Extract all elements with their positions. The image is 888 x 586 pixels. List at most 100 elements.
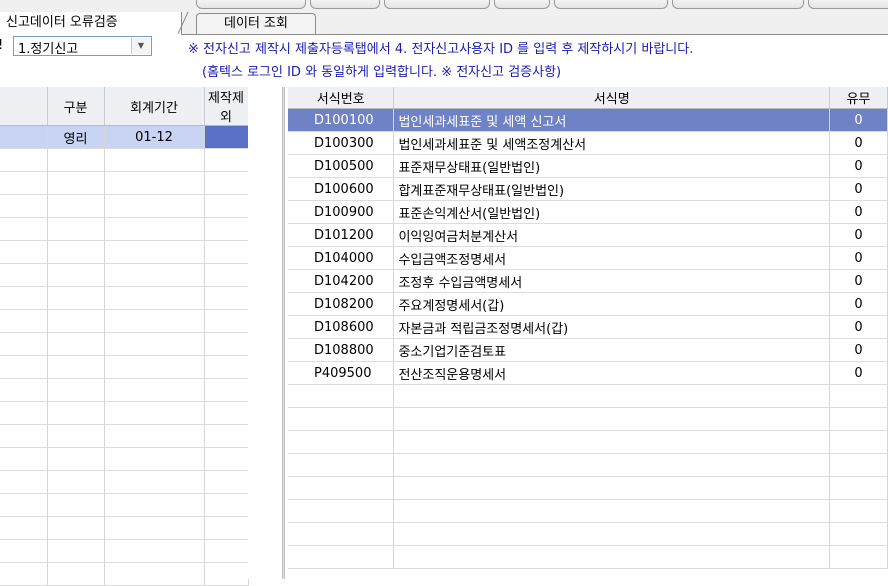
- period-cell[interactable]: [104, 217, 205, 241]
- table-row[interactable]: [288, 384, 888, 408]
- table-row[interactable]: D104000 수입금액조정명세서 0: [288, 246, 888, 270]
- flag-cell[interactable]: 0: [829, 131, 888, 155]
- toolbar-button[interactable]: [554, 0, 668, 9]
- row-indicator-cell[interactable]: [0, 286, 48, 310]
- period-cell[interactable]: [104, 355, 205, 379]
- table-row[interactable]: [288, 545, 888, 569]
- type-cell[interactable]: [47, 539, 105, 563]
- form-name-cell[interactable]: [393, 407, 831, 431]
- exclude-cell[interactable]: [204, 562, 249, 586]
- table-row[interactable]: [0, 401, 249, 425]
- period-cell[interactable]: [104, 309, 205, 333]
- table-row[interactable]: [0, 263, 249, 287]
- header-exclude[interactable]: 제작제외: [204, 87, 249, 126]
- header-period[interactable]: 회계기간: [104, 87, 205, 126]
- form-name-cell[interactable]: 전산조직운용명세서: [393, 361, 831, 385]
- toolbar-button[interactable]: [196, 0, 306, 9]
- row-indicator-cell[interactable]: [0, 263, 48, 287]
- period-cell[interactable]: [104, 562, 205, 586]
- form-code-cell[interactable]: D101200: [288, 223, 395, 247]
- table-row[interactable]: [0, 332, 249, 356]
- form-code-cell[interactable]: [288, 453, 395, 477]
- period-cell[interactable]: [104, 424, 205, 448]
- flag-cell[interactable]: [829, 499, 888, 523]
- tab-data-inquiry[interactable]: 데이터 조회: [196, 13, 316, 34]
- table-row[interactable]: D100500 표준재무상태표(일반법인) 0: [288, 154, 888, 178]
- table-row[interactable]: [0, 217, 249, 241]
- row-indicator-cell[interactable]: [0, 194, 48, 218]
- flag-cell[interactable]: [829, 545, 888, 569]
- table-row[interactable]: D108600 자본금과 적립금조정명세서(갑) 0: [288, 315, 888, 339]
- toolbar-button[interactable]: [672, 0, 804, 9]
- flag-cell[interactable]: 0: [829, 223, 888, 247]
- form-name-cell[interactable]: 자본금과 적립금조정명세서(갑): [393, 315, 831, 339]
- exclude-cell[interactable]: [204, 194, 249, 218]
- table-row[interactable]: [0, 194, 249, 218]
- table-row[interactable]: [288, 499, 888, 523]
- form-code-cell[interactable]: [288, 522, 395, 546]
- form-code-cell[interactable]: D100500: [288, 154, 395, 178]
- type-cell[interactable]: [47, 401, 105, 425]
- period-cell[interactable]: [104, 470, 205, 494]
- row-indicator-cell[interactable]: [0, 171, 48, 195]
- period-cell[interactable]: [104, 378, 205, 402]
- exclude-cell[interactable]: [204, 539, 249, 563]
- type-cell[interactable]: [47, 424, 105, 448]
- table-row[interactable]: [0, 562, 249, 586]
- exclude-cell[interactable]: [204, 470, 249, 494]
- exclude-cell[interactable]: [204, 401, 249, 425]
- flag-cell[interactable]: 0: [829, 154, 888, 178]
- header-flag[interactable]: 유무: [829, 87, 888, 109]
- form-name-cell[interactable]: 합계표준재무상태표(일반법인): [393, 177, 831, 201]
- table-row[interactable]: [0, 539, 249, 563]
- type-cell[interactable]: [47, 332, 105, 356]
- form-code-cell[interactable]: D100100: [288, 108, 395, 132]
- table-row[interactable]: [0, 378, 249, 402]
- row-indicator-cell[interactable]: [0, 378, 48, 402]
- row-indicator-cell[interactable]: [0, 332, 48, 356]
- type-cell[interactable]: [47, 286, 105, 310]
- form-name-cell[interactable]: [393, 522, 831, 546]
- table-row[interactable]: [0, 355, 249, 379]
- period-cell[interactable]: [104, 539, 205, 563]
- exclude-cell[interactable]: [204, 516, 249, 540]
- table-row[interactable]: [0, 493, 249, 517]
- form-code-cell[interactable]: [288, 545, 395, 569]
- type-cell[interactable]: [47, 447, 105, 471]
- exclude-cell[interactable]: [204, 148, 249, 172]
- flag-cell[interactable]: 0: [829, 338, 888, 362]
- flag-cell[interactable]: 0: [829, 361, 888, 385]
- table-row[interactable]: [288, 430, 888, 454]
- table-row[interactable]: [0, 516, 249, 540]
- table-row[interactable]: D108200 주요계정명세서(갑) 0: [288, 292, 888, 316]
- form-name-cell[interactable]: [393, 499, 831, 523]
- form-code-cell[interactable]: [288, 476, 395, 500]
- form-name-cell[interactable]: 법인세과세표준 및 세액 신고서: [393, 108, 831, 132]
- form-name-cell[interactable]: [393, 384, 831, 408]
- exclude-cell[interactable]: [204, 263, 249, 287]
- type-cell[interactable]: [47, 516, 105, 540]
- flag-cell[interactable]: [829, 522, 888, 546]
- flag-cell[interactable]: 0: [829, 246, 888, 270]
- exclude-cell[interactable]: [204, 378, 249, 402]
- exclude-cell[interactable]: [204, 240, 249, 264]
- table-row[interactable]: [288, 453, 888, 477]
- form-name-cell[interactable]: 중소기업기준검토표: [393, 338, 831, 362]
- type-cell[interactable]: [47, 470, 105, 494]
- exclude-cell[interactable]: [204, 171, 249, 195]
- form-name-cell[interactable]: [393, 476, 831, 500]
- table-row[interactable]: [288, 407, 888, 431]
- period-cell[interactable]: [104, 447, 205, 471]
- row-indicator-cell[interactable]: [0, 125, 48, 149]
- row-indicator-cell[interactable]: [0, 516, 48, 540]
- flag-cell[interactable]: [829, 384, 888, 408]
- chevron-down-icon[interactable]: ▼: [131, 38, 150, 54]
- flag-cell[interactable]: 0: [829, 315, 888, 339]
- table-row[interactable]: [0, 171, 249, 195]
- form-name-cell[interactable]: 이익잉여금처분계산서: [393, 223, 831, 247]
- header-form-code[interactable]: 서식번호: [288, 87, 395, 109]
- table-row[interactable]: [0, 447, 249, 471]
- table-row[interactable]: D100600 합계표준재무상태표(일반법인) 0: [288, 177, 888, 201]
- tab-error-validation[interactable]: 신고데이터 오류검증: [0, 12, 182, 35]
- table-row[interactable]: D104200 조정후 수입금액명세서 0: [288, 269, 888, 293]
